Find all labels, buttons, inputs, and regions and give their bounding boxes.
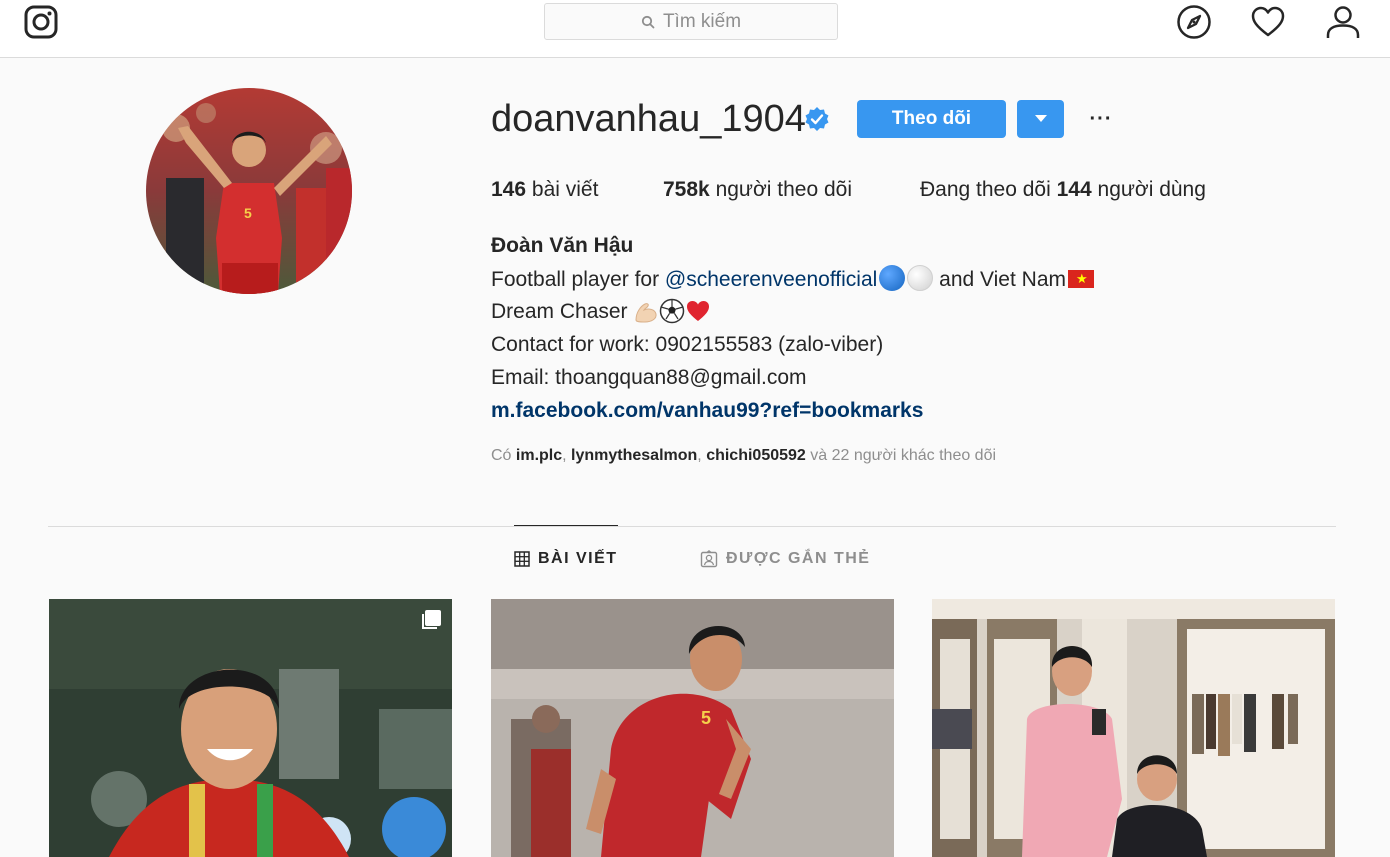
user-icon[interactable] [1325, 4, 1361, 40]
more-options-button[interactable]: ··· [1088, 104, 1114, 134]
tab-posts-label: BÀI VIẾT [538, 550, 618, 567]
bio-line-2-text: Dream Chaser [491, 300, 628, 323]
club-mention-link[interactable]: @scheerenveenofficial [665, 268, 877, 291]
bio-line-1-suffix: and Viet Nam [933, 268, 1066, 291]
heart-icon[interactable] [1250, 4, 1286, 40]
posts-label: bài viết [531, 178, 599, 201]
mutual-suffix: và 22 người khác theo dõi [810, 447, 997, 464]
suggested-accounts-dropdown-button[interactable] [1017, 100, 1064, 138]
bio-line-4: Email: thoangquan88@gmail.com [491, 366, 807, 389]
instagram-logo-icon[interactable] [24, 5, 58, 39]
flexed-biceps-emoji-icon [635, 303, 657, 323]
following-prefix: Đang theo dõi [920, 178, 1051, 201]
post-thumbnail[interactable]: 5 [491, 599, 894, 857]
following-stat[interactable]: Đang theo dõi 144 người dùng [920, 176, 1206, 204]
post-image-3 [932, 599, 1335, 857]
compass-icon[interactable] [1176, 4, 1212, 40]
tab-tagged[interactable]: ĐƯỢC GẮN THẺ [700, 550, 870, 568]
tagged-person-icon [700, 550, 718, 568]
tab-tagged-label: ĐƯỢC GẮN THẺ [726, 550, 871, 567]
profile-full-name: Đoàn Văn Hậu [491, 234, 634, 257]
bio-line-1-prefix: Football player for [491, 268, 665, 291]
svg-text:5: 5 [244, 205, 252, 221]
caret-down-icon [1034, 115, 1047, 122]
following-count: 144 [1056, 178, 1092, 201]
followers-stat[interactable]: 758k người theo dõi [663, 176, 852, 204]
posts-count: 146 [491, 178, 527, 201]
bio-line-2: Dream Chaser [491, 298, 711, 326]
tabs-divider [48, 526, 1336, 527]
blue-circle-emoji-icon [879, 265, 906, 291]
follow-button[interactable]: Theo dõi [857, 100, 1006, 138]
tab-posts[interactable]: BÀI VIẾT [514, 550, 618, 568]
bio-external-link[interactable]: m.facebook.com/vanhau99?ref=bookmarks [491, 397, 923, 425]
active-tab-indicator [514, 525, 618, 526]
top-navigation-bar: Tìm kiếm [0, 0, 1390, 58]
mutual-prefix: Có [491, 447, 512, 464]
vietnam-flag-icon: ★ [1068, 270, 1094, 288]
mutual-user-1[interactable]: im.plc [516, 447, 562, 464]
bio-line-1: Football player for @scheerenveenofficia… [491, 265, 1094, 294]
bio-line-3: Contact for work: 0902155583 (zalo-viber… [491, 333, 884, 356]
followers-label: người theo dõi [715, 178, 852, 201]
svg-text:5: 5 [701, 708, 711, 728]
avatar-photo: 5 [146, 88, 352, 294]
multiple-photos-icon [422, 610, 441, 629]
profile-username: doanvanhau_1904 [491, 98, 806, 140]
verified-badge-icon [805, 107, 829, 131]
search-placeholder: Tìm kiếm [662, 10, 742, 32]
soccer-ball-emoji-icon [660, 298, 685, 324]
posts-count-stat: 146 bài viết [491, 176, 598, 204]
mutual-user-2[interactable]: lynmythesalmon [571, 447, 697, 464]
post-thumbnail[interactable] [49, 599, 452, 857]
red-heart-emoji-icon [687, 301, 710, 321]
search-box[interactable]: Tìm kiếm [544, 3, 838, 40]
mutual-user-3[interactable]: chichi050592 [706, 447, 806, 464]
search-icon [641, 15, 655, 28]
grid-icon [514, 551, 530, 567]
following-label: người dùng [1097, 178, 1206, 201]
followers-count: 758k [663, 178, 710, 201]
post-image-1 [49, 599, 452, 857]
white-circle-emoji-icon [907, 265, 934, 291]
post-image-2: 5 [491, 599, 894, 857]
profile-avatar[interactable]: 5 [146, 88, 352, 294]
post-thumbnail[interactable] [932, 599, 1335, 857]
mutual-followers-text[interactable]: Có im.plc, lynmythesalmon, chichi050592 … [491, 445, 996, 467]
